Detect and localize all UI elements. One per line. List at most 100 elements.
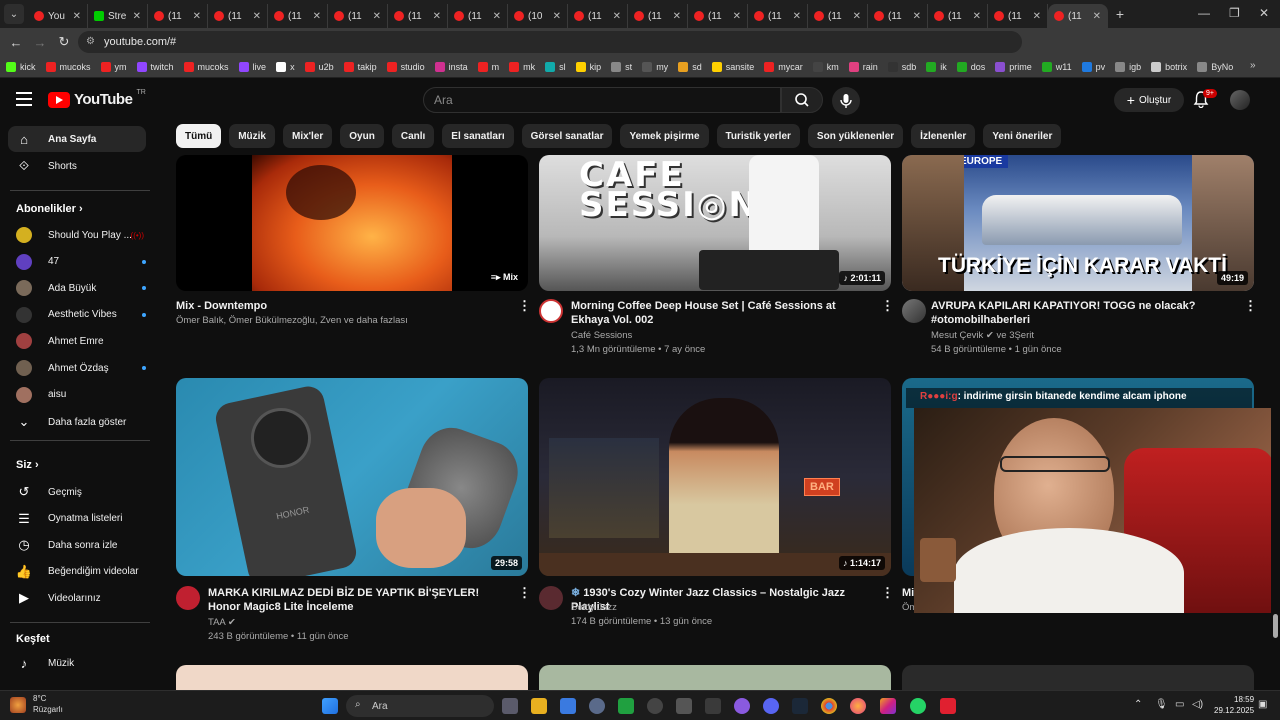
filter-chip[interactable]: İzlenenler	[911, 124, 976, 148]
sidebar-item[interactable]: ⌂ Ana Sayfa	[8, 126, 146, 152]
taskbar-search[interactable]: ⌕ Ara	[346, 695, 494, 717]
sidebar-item[interactable]: Ahmet Özdaş	[8, 355, 146, 381]
browser-tab[interactable]: (11 ✕	[268, 4, 328, 28]
close-window-icon[interactable]: ✕	[1259, 6, 1269, 20]
close-tab-icon[interactable]: ✕	[913, 11, 921, 22]
browser-tab[interactable]: (11 ✕	[688, 4, 748, 28]
close-tab-icon[interactable]: ✕	[313, 11, 321, 22]
bookmark-item[interactable]: kip	[575, 61, 601, 72]
channel-avatar[interactable]	[902, 299, 926, 323]
close-tab-icon[interactable]: ✕	[373, 11, 381, 22]
sidebar-section-title[interactable]: Keşfet	[16, 633, 50, 645]
more-options-icon[interactable]: ⋮	[1244, 298, 1257, 314]
address-bar[interactable]: ⚙ youtube.com/#	[78, 31, 1022, 53]
chevron-up-icon[interactable]: ⌃	[1134, 699, 1142, 710]
close-tab-icon[interactable]: ✕	[1093, 11, 1101, 22]
minimize-icon[interactable]: —	[1198, 6, 1210, 20]
video-title[interactable]: Mi	[902, 586, 914, 600]
more-options-icon[interactable]: ⋮	[518, 585, 531, 601]
filter-chip[interactable]: El sanatları	[442, 124, 514, 148]
app-icon[interactable]	[647, 698, 663, 714]
close-tab-icon[interactable]: ✕	[553, 11, 561, 22]
sidebar-item[interactable]: ⌄ Daha fazla göster	[8, 409, 146, 435]
browser-tab[interactable]: Stre ✕	[88, 4, 148, 28]
video-thumbnail[interactable]: HONOR 29:58	[176, 378, 528, 576]
sidebar-item[interactable]: ◷ Daha sonra izle	[8, 532, 146, 558]
bookmark-item[interactable]: sd	[678, 61, 702, 72]
more-options-icon[interactable]: ⋮	[881, 585, 894, 601]
browser-tab[interactable]: (10 ✕	[508, 4, 568, 28]
filter-chip[interactable]: Yeni öneriler	[983, 124, 1062, 148]
close-tab-icon[interactable]: ✕	[493, 11, 501, 22]
account-avatar[interactable]	[1230, 90, 1250, 110]
bookmark-item[interactable]: insta	[434, 61, 468, 72]
browser-tab[interactable]: (11 ✕	[868, 4, 928, 28]
video-channel[interactable]: Softly Jazz	[571, 601, 617, 615]
voice-search-button[interactable]	[832, 87, 860, 115]
close-tab-icon[interactable]: ✕	[793, 11, 801, 22]
bookmark-item[interactable]: x	[276, 61, 295, 72]
video-title[interactable]: Mix - Downtempo	[176, 299, 506, 313]
close-tab-icon[interactable]: ✕	[973, 11, 981, 22]
browser-tab[interactable]: (11 ✕	[1048, 4, 1108, 28]
sidebar-item[interactable]: 👍 Beğendiğim videolar	[8, 559, 146, 585]
bookmark-item[interactable]: st	[611, 61, 632, 72]
video-thumbnail[interactable]: CAFE SESSI◎NS ♪ 2:01:11	[539, 155, 891, 291]
video-thumbnail[interactable]: EUROPE TÜRKİYE İÇİN KARAR VAKTİ 49:19	[902, 155, 1254, 291]
bookmark-item[interactable]: mycar	[764, 61, 803, 72]
settings-icon[interactable]	[589, 698, 605, 714]
create-button[interactable]: + Oluştur	[1114, 88, 1184, 112]
search-input[interactable]: Ara	[423, 87, 781, 113]
video-thumbnail[interactable]: BAR ♪ 1:14:17	[539, 378, 891, 576]
browser-tab[interactable]: (11 ✕	[748, 4, 808, 28]
bookmark-item[interactable]: sdb	[887, 61, 916, 72]
volume-icon[interactable]: ◁)	[1192, 699, 1203, 710]
bookmark-item[interactable]: u2b	[304, 61, 334, 72]
file-explorer-icon[interactable]	[531, 698, 547, 714]
bookmark-item[interactable]: w11	[1041, 61, 1072, 72]
bookmark-item[interactable]: ik	[926, 61, 947, 72]
channel-avatar[interactable]	[539, 299, 563, 323]
sidebar-item[interactable]: ☰ Oynatma listeleri	[8, 506, 146, 532]
app-icon[interactable]	[940, 698, 956, 714]
browser-tab[interactable]: (11 ✕	[448, 4, 508, 28]
maximize-icon[interactable]: ❐	[1229, 6, 1240, 20]
sidebar-item[interactable]: Ada Büyük	[8, 275, 146, 301]
close-tab-icon[interactable]: ✕	[433, 11, 441, 22]
new-tab-button[interactable]: +	[1108, 6, 1132, 22]
video-title[interactable]: AVRUPA KAPILARI KAPATIYOR! TOGG ne olaca…	[931, 299, 1237, 327]
close-tab-icon[interactable]: ✕	[1033, 11, 1041, 22]
close-tab-icon[interactable]: ✕	[733, 11, 741, 22]
windows-start-icon[interactable]	[322, 698, 338, 714]
close-tab-icon[interactable]: ✕	[193, 11, 201, 22]
firefox-icon[interactable]	[850, 698, 866, 714]
filter-chip[interactable]: Canlı	[391, 124, 435, 148]
filter-chip[interactable]: Turistik yerler	[716, 124, 800, 148]
browser-tab[interactable]: (11 ✕	[928, 4, 988, 28]
video-thumbnail[interactable]	[539, 665, 891, 690]
sidebar-item[interactable]: ▶ Videolarınız	[8, 585, 146, 611]
site-info-icon[interactable]: ⚙	[86, 36, 95, 47]
bookmark-item[interactable]: dos	[956, 61, 985, 72]
bookmark-item[interactable]: mk	[509, 61, 535, 72]
chrome-icon[interactable]	[821, 698, 837, 714]
close-tab-icon[interactable]: ✕	[613, 11, 621, 22]
browser-tab[interactable]: (11 ✕	[208, 4, 268, 28]
youtube-logo[interactable]: YouTube TR	[48, 89, 146, 108]
tab-search-button[interactable]: ⌄	[4, 4, 24, 24]
video-channel[interactable]: Café Sessions	[571, 329, 632, 343]
browser-tab[interactable]: (11 ✕	[568, 4, 628, 28]
channel-avatar[interactable]	[539, 586, 563, 610]
bookmark-item[interactable]: twitch	[136, 61, 174, 72]
sidebar-item[interactable]: aisu	[8, 382, 146, 408]
sidebar-item[interactable]: Should You Play ... ((•))	[8, 222, 146, 248]
microphone-icon[interactable]: 🎙	[1155, 699, 1168, 710]
filter-chip[interactable]: Görsel sanatlar	[521, 124, 613, 148]
weather-widget[interactable]: 8°C Rüzgarlı	[33, 693, 63, 715]
app-icon[interactable]	[618, 698, 634, 714]
scrollbar-thumb[interactable]	[1273, 614, 1278, 638]
video-channel[interactable]: Mesut Çevik ✔ ve 3Şerit	[931, 329, 1034, 343]
sidebar-section-title[interactable]: Siz ›	[16, 459, 39, 471]
bookmark-item[interactable]: m	[477, 61, 499, 72]
system-clock[interactable]: 18:59 29.12.2025	[1214, 694, 1254, 716]
